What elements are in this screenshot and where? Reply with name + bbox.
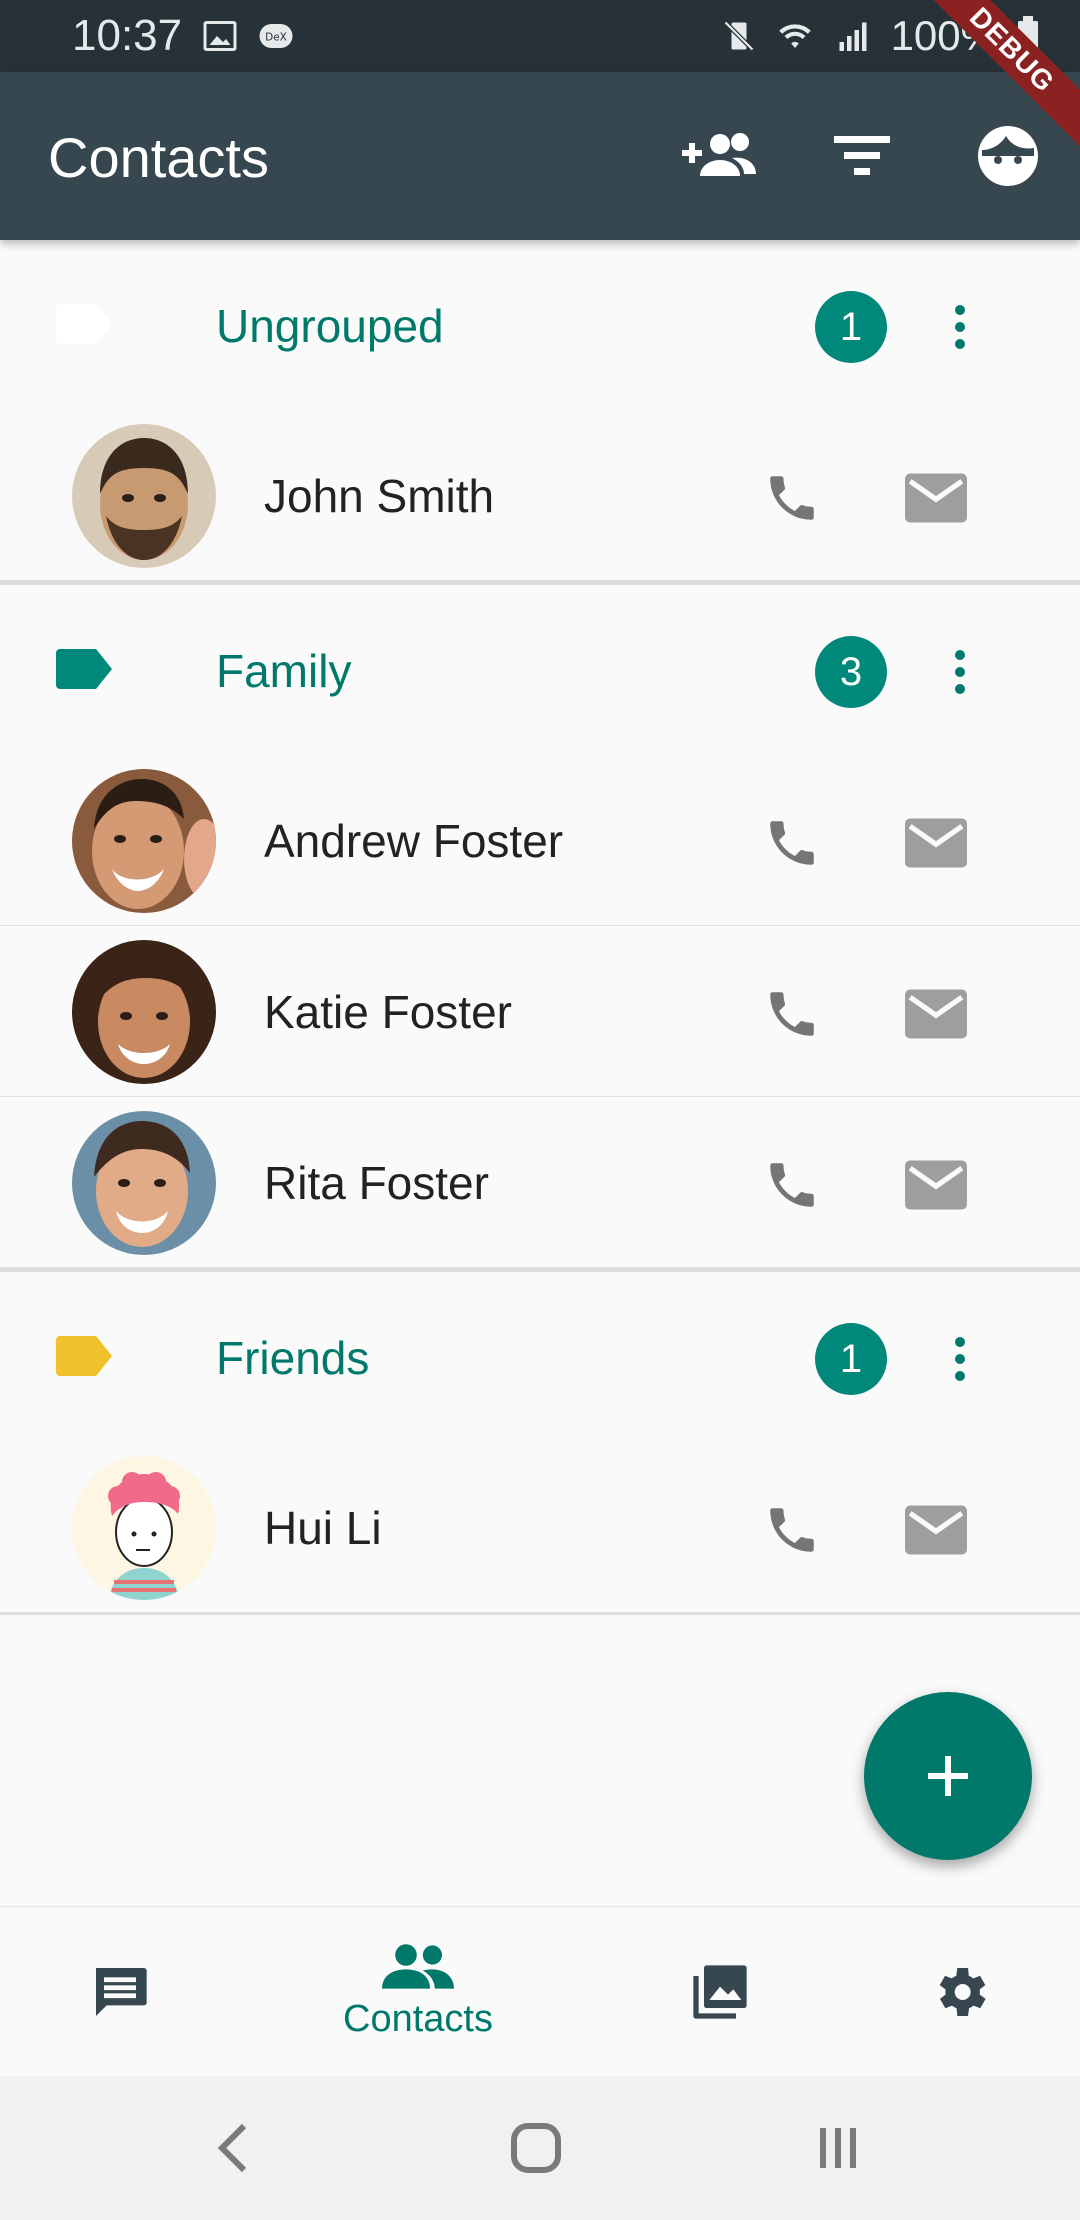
mail-icon <box>905 989 967 1039</box>
label-tag-icon <box>56 649 112 689</box>
nav-settings[interactable] <box>900 1907 1020 2077</box>
avatar <box>72 940 216 1084</box>
page-title: Contacts <box>48 126 269 189</box>
group-count-badge: 3 <box>815 636 887 708</box>
dex-notification-icon: DeX <box>259 24 293 48</box>
phone-icon <box>770 476 814 520</box>
contact-row[interactable]: Katie Foster <box>0 926 1080 1097</box>
mail-icon <box>905 818 967 868</box>
contact-row[interactable]: Rita Foster <box>0 1097 1080 1272</box>
home-square-icon <box>511 2123 561 2173</box>
call-button[interactable] <box>756 807 828 879</box>
back-button[interactable] <box>194 2116 274 2180</box>
add-contact-button[interactable] <box>680 116 760 196</box>
call-button[interactable] <box>756 1494 828 1566</box>
contact-row[interactable]: John Smith <box>0 410 1080 585</box>
group-name: Friends <box>216 1332 370 1384</box>
more-vert-icon[interactable] <box>940 632 980 712</box>
call-button[interactable] <box>756 978 828 1050</box>
recents-lines-icon <box>820 2128 856 2168</box>
back-chevron-icon <box>217 2123 247 2173</box>
contact-name: Hui Li <box>264 1502 382 1554</box>
add-contact-icon <box>682 133 756 176</box>
group-name: Ungrouped <box>216 300 444 352</box>
label-tag-icon <box>56 304 112 344</box>
phone-icon <box>770 1508 814 1552</box>
plus-icon <box>928 1756 968 1796</box>
mail-icon <box>905 1160 967 1210</box>
phone-icon <box>770 992 814 1036</box>
svg-text:DeX: DeX <box>265 32 287 44</box>
avatar <box>72 1111 216 1255</box>
call-button[interactable] <box>756 1149 828 1221</box>
contact-name: Rita Foster <box>264 1157 489 1209</box>
mute-vibrate-icon <box>723 20 754 52</box>
photo-library-icon <box>693 1965 747 2019</box>
status-time: 10:37 <box>72 11 183 60</box>
app-bar: Contacts <box>0 72 1080 240</box>
profile-face-icon <box>978 126 1038 186</box>
email-button[interactable] <box>898 978 974 1050</box>
filter-button[interactable] <box>822 116 902 196</box>
avatar <box>72 1456 216 1600</box>
filter-icon <box>834 136 890 175</box>
group-header-ungrouped[interactable]: Ungrouped 1 <box>0 240 1080 410</box>
email-button[interactable] <box>898 462 974 534</box>
system-navigation-bar <box>0 2076 1080 2220</box>
mail-icon <box>905 1505 967 1555</box>
contact-name: Andrew Foster <box>264 815 564 867</box>
group-header-friends[interactable]: Friends 1 <box>0 1272 1080 1442</box>
status-bar: 10:37 DeX 100% DEBUG <box>0 0 1080 157</box>
more-vert-icon[interactable] <box>940 287 980 367</box>
nav-gallery[interactable] <box>660 1907 780 2077</box>
email-button[interactable] <box>898 1149 974 1221</box>
group-count-badge: 1 <box>815 291 887 363</box>
group-count-badge: 1 <box>815 1323 887 1395</box>
home-button[interactable] <box>496 2116 576 2180</box>
phone-icon <box>770 1163 814 1207</box>
group-name: Family <box>216 645 352 697</box>
contact-row[interactable]: Hui Li <box>0 1442 1080 1615</box>
nav-contacts-label: Contacts <box>343 1998 493 2040</box>
more-vert-icon[interactable] <box>940 1319 980 1399</box>
recents-button[interactable] <box>798 2116 878 2180</box>
chat-icon <box>96 1968 147 2016</box>
call-button[interactable] <box>756 462 828 534</box>
email-button[interactable] <box>898 807 974 879</box>
people-icon <box>382 1944 454 1989</box>
contact-name: Katie Foster <box>264 986 512 1038</box>
nav-contacts[interactable]: Contacts <box>318 1907 518 2077</box>
settings-gear-icon <box>939 1968 986 2016</box>
wifi-icon <box>778 24 811 48</box>
contact-name: John Smith <box>264 470 495 522</box>
phone-icon <box>770 821 814 865</box>
signal-icon <box>839 22 867 51</box>
bottom-navigation: Contacts <box>0 1906 1080 2076</box>
group-header-family[interactable]: Family 3 <box>0 585 1080 755</box>
email-button[interactable] <box>898 1494 974 1566</box>
image-notification-icon <box>203 21 237 51</box>
contact-row[interactable]: Andrew Foster <box>0 755 1080 926</box>
add-fab-button[interactable] <box>864 1692 1032 1860</box>
profile-button[interactable] <box>968 116 1048 196</box>
mail-icon <box>905 473 967 523</box>
avatar <box>72 424 216 568</box>
nav-chat[interactable] <box>60 1907 180 2077</box>
contact-group-list: Ungrouped 1 John Smith Family 3 Andrew F… <box>0 240 1080 1615</box>
label-tag-icon <box>56 1336 112 1376</box>
avatar <box>72 769 216 913</box>
